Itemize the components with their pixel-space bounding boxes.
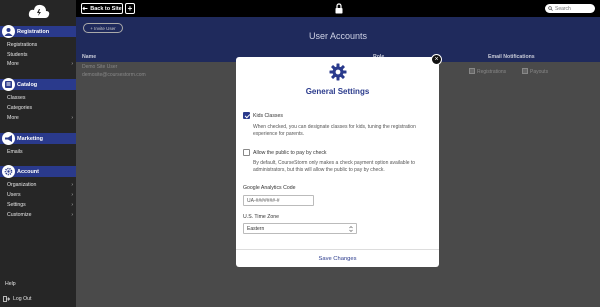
payouts-label: Payouts — [530, 69, 549, 75]
sidebar-item-users[interactable]: Users › — [7, 192, 73, 198]
sidebar-item-label: Users — [7, 192, 21, 198]
sidebar-item-label: Organization — [7, 182, 37, 188]
search-input[interactable]: Search — [545, 4, 595, 13]
column-header-email: Email Notifications — [488, 54, 535, 60]
sidebar-item-emails[interactable]: Emails — [7, 149, 73, 155]
section-label: Account — [17, 168, 39, 175]
user-name: Demo Site User — [82, 64, 118, 70]
sidebar-item-label: Classes — [7, 95, 26, 101]
kids-classes-checkbox[interactable] — [243, 112, 250, 119]
select-arrows-icon — [349, 225, 353, 232]
sidebar-item-label: Settings — [7, 202, 26, 208]
section-registration[interactable]: Registration — [0, 25, 76, 38]
section-catalog[interactable]: Catalog — [0, 78, 76, 91]
google-analytics-label: Google Analytics Code — [243, 185, 296, 191]
close-icon: × — [434, 56, 439, 63]
user-email: demosite@coursestorm.com — [82, 72, 146, 78]
chevron-right-icon: › — [71, 115, 73, 121]
sidebar-item-registrations[interactable]: Registrations — [7, 42, 73, 48]
chevron-right-icon: › — [71, 212, 73, 218]
sidebar-item-label: Registrations — [7, 42, 38, 48]
sidebar-item-students[interactable]: Students — [7, 52, 73, 58]
chevron-right-icon: › — [71, 192, 73, 198]
sidebar-item-more-registration[interactable]: More › — [7, 61, 73, 67]
sidebar-item-label: More — [7, 115, 19, 121]
chevron-right-icon: › — [71, 61, 73, 67]
megaphone-icon — [2, 132, 15, 145]
back-to-site-label: Back to Site — [90, 5, 122, 12]
section-account[interactable]: Account — [0, 165, 76, 178]
pay-by-check-help: By default, CourseStorm only makes a che… — [253, 160, 416, 174]
google-analytics-placeholder: UA-#######-# — [247, 197, 280, 204]
gear-icon — [329, 63, 347, 81]
time-zone-value: Eastern — [247, 225, 265, 232]
add-button[interactable]: + — [125, 3, 135, 14]
pay-by-check-label: Allow the public to pay by check — [253, 150, 327, 156]
time-zone-label: U.S. Time Zone — [243, 214, 280, 220]
section-marketing[interactable]: Marketing — [0, 132, 76, 145]
sidebar-item-customize[interactable]: Customize › — [7, 212, 73, 218]
lock-icon — [335, 3, 343, 14]
section-label: Registration — [17, 28, 50, 35]
sidebar-item-categories[interactable]: Categories — [7, 105, 73, 111]
section-label: Catalog — [17, 81, 38, 88]
chevron-right-icon: › — [71, 182, 73, 188]
help-link[interactable]: Help — [5, 281, 71, 287]
top-bar: Back to Site + Search — [76, 0, 600, 17]
logout-link[interactable]: Log Out — [3, 296, 69, 302]
page-title: User Accounts — [308, 31, 368, 41]
search-icon — [548, 6, 553, 11]
invite-user-label: + Invite User — [90, 25, 116, 31]
time-zone-select[interactable]: Eastern — [243, 223, 357, 234]
sidebar-item-organization[interactable]: Organization › — [7, 182, 73, 188]
kids-classes-label: Kids Classes — [253, 113, 283, 119]
sidebar-item-classes[interactable]: Classes — [7, 95, 73, 101]
registrations-label: Registrations — [477, 69, 507, 75]
save-changes-label: Save Changes — [318, 255, 357, 262]
sidebar: Registration Registrations Students More… — [0, 0, 76, 307]
sidebar-item-label: Emails — [7, 149, 23, 155]
registrations-checkbox[interactable] — [469, 68, 475, 74]
sidebar-item-label: Categories — [7, 105, 33, 111]
user-icon — [2, 25, 15, 38]
cloud-logo-icon[interactable] — [28, 3, 50, 20]
catalog-icon — [2, 78, 15, 91]
save-changes-button[interactable]: Save Changes — [236, 250, 439, 267]
chevron-right-icon: › — [71, 202, 73, 208]
close-modal-button[interactable]: × — [431, 54, 442, 65]
search-placeholder: Search — [555, 5, 571, 12]
google-analytics-input[interactable]: UA-#######-# — [243, 195, 314, 206]
sidebar-item-label: More — [7, 61, 19, 67]
sidebar-item-more-catalog[interactable]: More › — [7, 115, 73, 121]
plus-icon: + — [127, 3, 133, 13]
column-header-name: Name — [82, 54, 97, 60]
back-arrow-icon — [82, 6, 88, 11]
modal-title: General Settings — [305, 87, 370, 96]
sidebar-item-label: Customize — [7, 212, 32, 218]
general-settings-modal: General Settings Kids Classes When check… — [236, 57, 439, 267]
gear-icon — [2, 165, 15, 178]
back-to-site-button[interactable]: Back to Site — [81, 3, 123, 14]
kids-classes-help: When checked, you can designate classes … — [253, 124, 416, 138]
logout-icon — [3, 296, 10, 302]
sidebar-item-label: Students — [7, 52, 28, 58]
page-banner: + Invite User User Accounts — [76, 17, 600, 52]
section-label: Marketing — [17, 135, 43, 142]
sidebar-item-settings[interactable]: Settings › — [7, 202, 73, 208]
pay-by-check-checkbox[interactable] — [243, 149, 250, 156]
logout-label: Log Out — [13, 296, 32, 302]
help-label: Help — [5, 281, 16, 287]
payouts-checkbox[interactable] — [522, 68, 528, 74]
